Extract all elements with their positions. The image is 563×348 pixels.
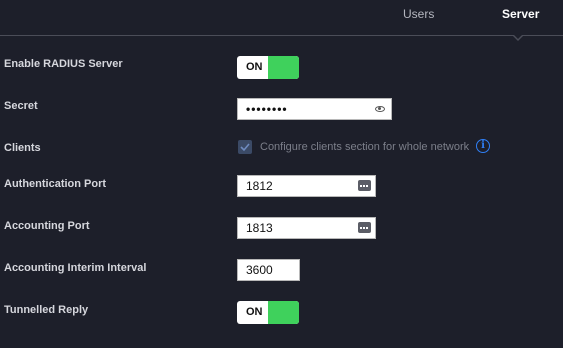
acct-interim-input[interactable]: 3600 <box>237 259 300 281</box>
secret-label: Secret <box>4 100 38 112</box>
enable-radius-toggle[interactable]: ON <box>237 56 299 79</box>
tunnelled-reply-toggle[interactable]: ON <box>237 301 299 324</box>
stepper-icon[interactable] <box>358 180 371 191</box>
checkmark-icon <box>240 143 250 152</box>
acct-port-label: Accounting Port <box>4 220 90 232</box>
info-icon[interactable]: i <box>476 139 490 153</box>
tab-server[interactable]: Server <box>502 7 539 21</box>
acct-port-input[interactable]: 1813 <box>237 217 376 239</box>
clients-checkbox[interactable] <box>238 140 252 154</box>
stepper-icon[interactable] <box>358 222 371 233</box>
auth-port-value: 1812 <box>246 179 273 193</box>
auth-port-label: Authentication Port <box>4 178 107 190</box>
secret-masked-value: •••••••• <box>246 102 288 116</box>
tab-users[interactable]: Users <box>403 7 434 21</box>
toggle-knob <box>268 56 299 79</box>
acct-interim-label: Accounting Interim Interval <box>4 262 147 274</box>
secret-input[interactable]: •••••••• <box>237 98 392 120</box>
clients-checkbox-label: Configure clients section for whole netw… <box>260 141 470 153</box>
toggle-state-text: ON <box>246 306 263 318</box>
tab-bar: Users Server <box>0 0 563 36</box>
toggle-state-text: ON <box>246 61 263 73</box>
enable-radius-label: Enable RADIUS Server <box>4 58 123 70</box>
auth-port-input[interactable]: 1812 <box>237 175 376 197</box>
active-tab-indicator <box>512 34 524 41</box>
acct-port-value: 1813 <box>246 221 273 235</box>
acct-interim-value: 3600 <box>246 263 273 277</box>
toggle-knob <box>268 301 299 324</box>
clients-label: Clients <box>4 142 41 154</box>
tunnelled-reply-label: Tunnelled Reply <box>4 304 89 316</box>
eye-icon[interactable] <box>375 106 385 112</box>
